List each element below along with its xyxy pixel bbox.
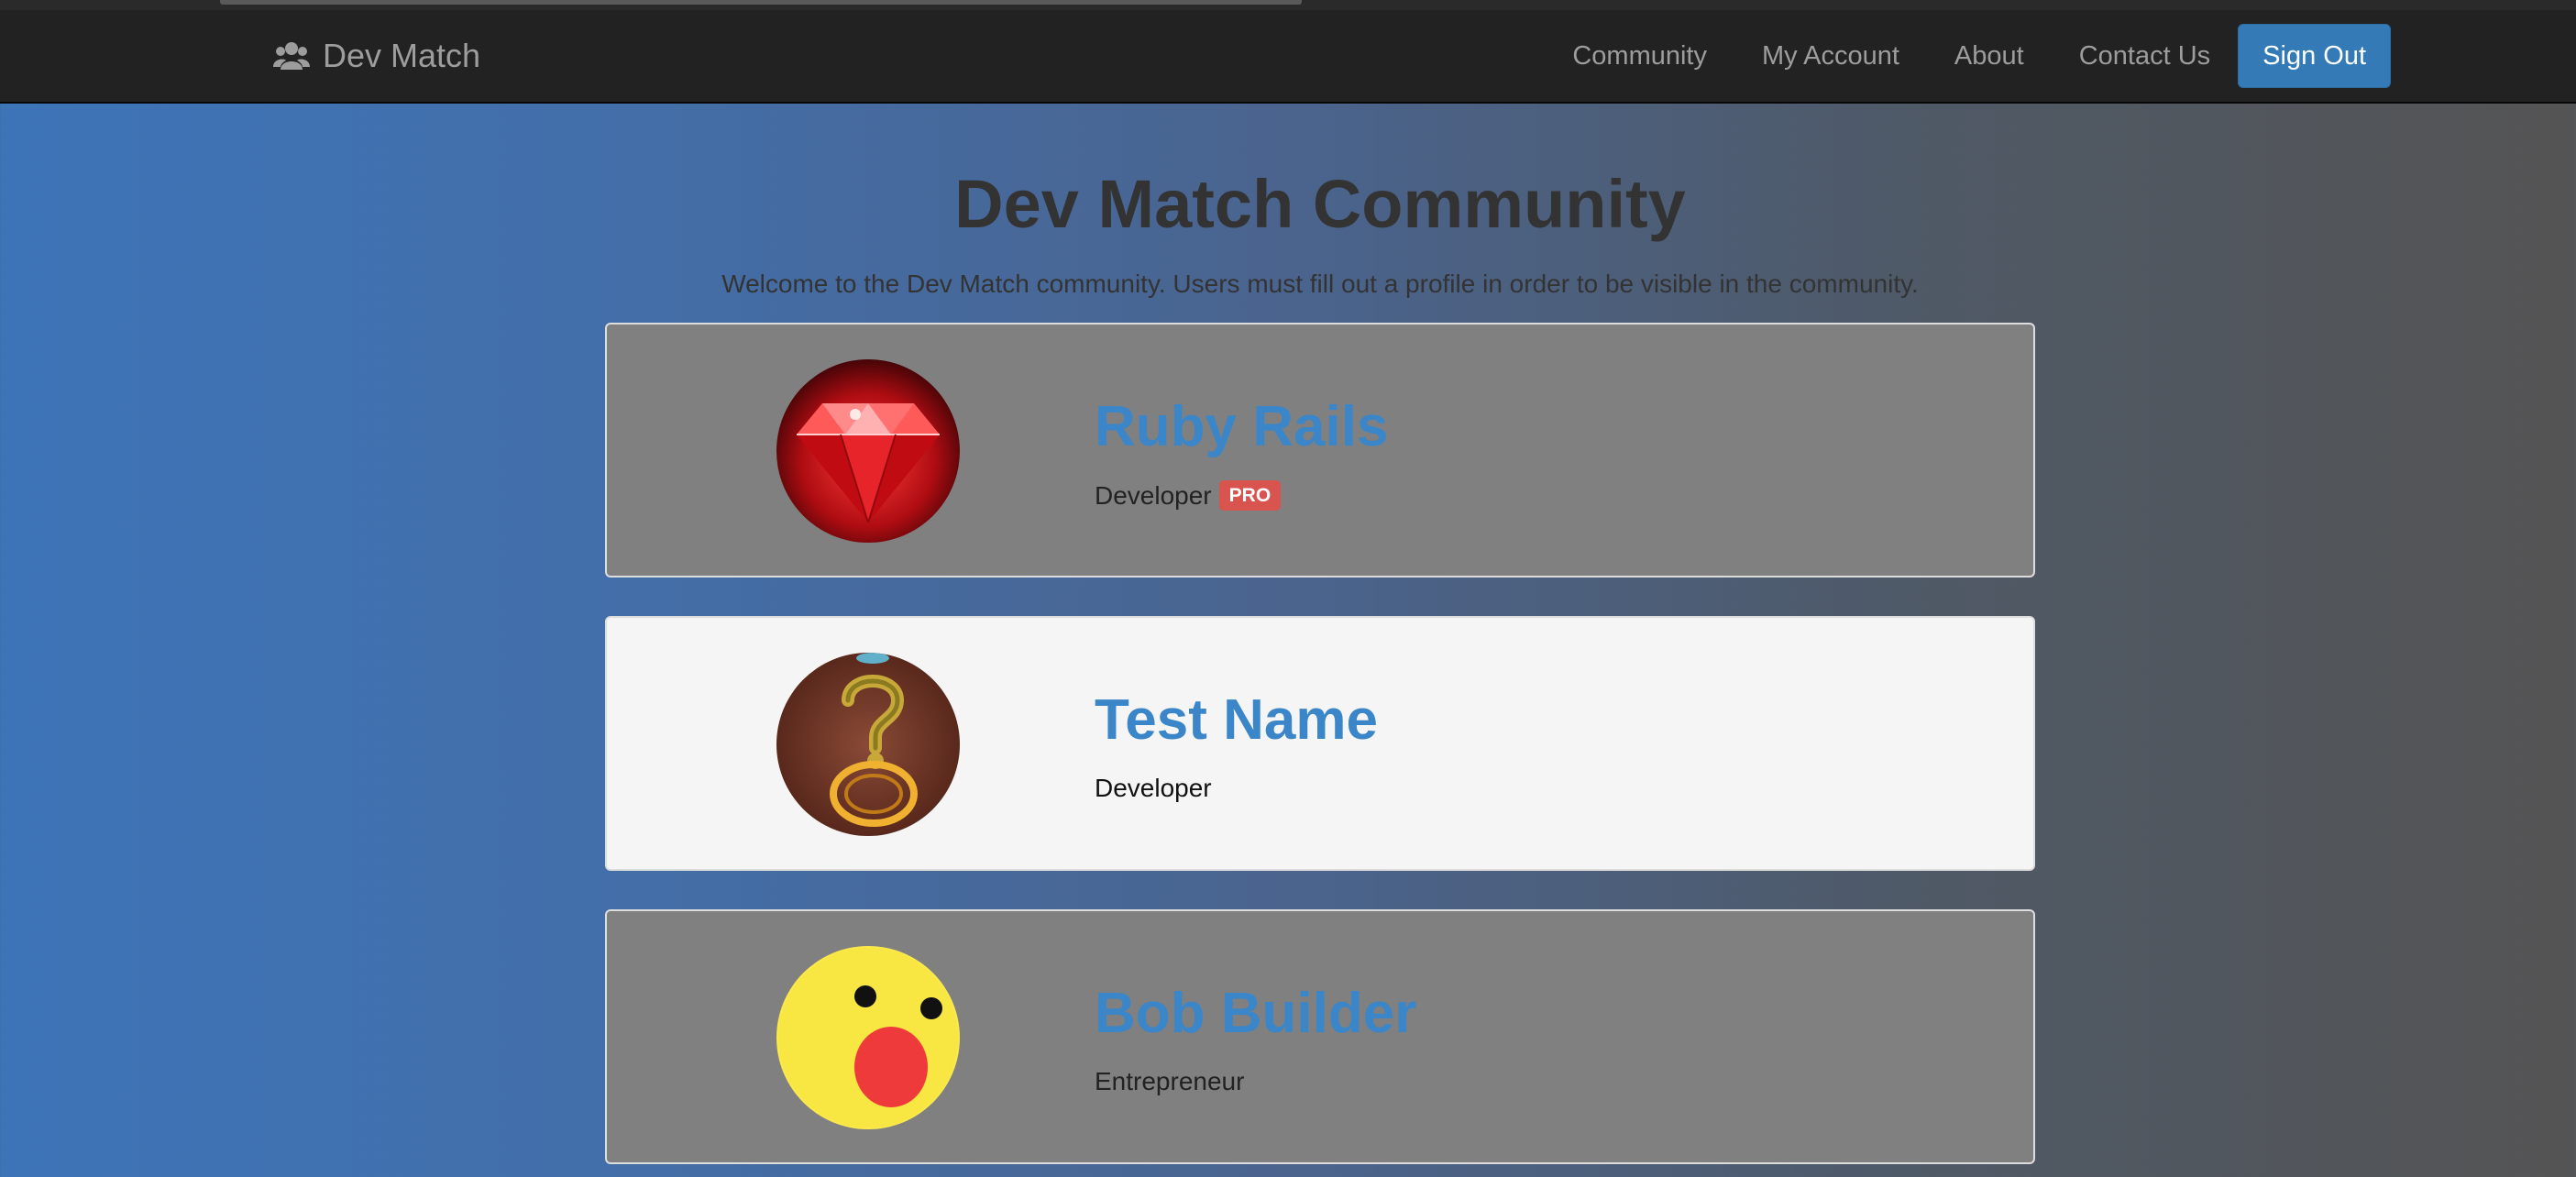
nav-link-about[interactable]: About: [1954, 41, 2024, 72]
page-subtitle: Welcome to the Dev Match community. User…: [721, 270, 1919, 298]
browser-tab-bar: [220, 0, 1302, 5]
ruby-gem-avatar[interactable]: [776, 359, 960, 543]
profile-card[interactable]: Ruby Rails Developer PRO: [605, 323, 2035, 578]
profile-card[interactable]: Bob Builder Entrepreneur: [605, 909, 2035, 1164]
job-title-label: Developer: [1095, 774, 1212, 802]
brand-label: Dev Match: [323, 37, 481, 74]
nav-links: Community My Account About Contact Us Si…: [1572, 10, 2391, 102]
nav-link-contact-us[interactable]: Contact Us: [2079, 41, 2210, 72]
page-title: Dev Match Community: [954, 166, 1686, 242]
profile-job-title: Developer PRO: [1095, 480, 1282, 511]
profile-card[interactable]: Test Name Developer: [605, 616, 2035, 871]
nav-link-my-account[interactable]: My Account: [1762, 41, 1899, 72]
job-title-label: Developer: [1095, 480, 1212, 510]
pro-badge: PRO: [1218, 480, 1282, 511]
profile-job-title: Entrepreneur: [1095, 1067, 1244, 1096]
profile-name[interactable]: Bob Builder: [1095, 981, 1416, 1046]
users-icon: [273, 42, 310, 70]
profile-name[interactable]: Ruby Rails: [1095, 394, 1388, 459]
surprised-face-avatar[interactable]: [776, 946, 960, 1129]
sign-out-button[interactable]: Sign Out: [2238, 24, 2391, 88]
navbar-brand[interactable]: Dev Match: [273, 10, 480, 102]
nav-link-community[interactable]: Community: [1572, 41, 1707, 72]
navbar: Dev Match Community My Account About Con…: [0, 10, 2576, 104]
job-title-label: Entrepreneur: [1095, 1067, 1245, 1095]
question-mark-avatar[interactable]: [776, 653, 960, 836]
browser-top-strip: [0, 0, 2576, 10]
profile-job-title: Developer: [1095, 774, 1212, 803]
profile-name[interactable]: Test Name: [1095, 688, 1378, 753]
